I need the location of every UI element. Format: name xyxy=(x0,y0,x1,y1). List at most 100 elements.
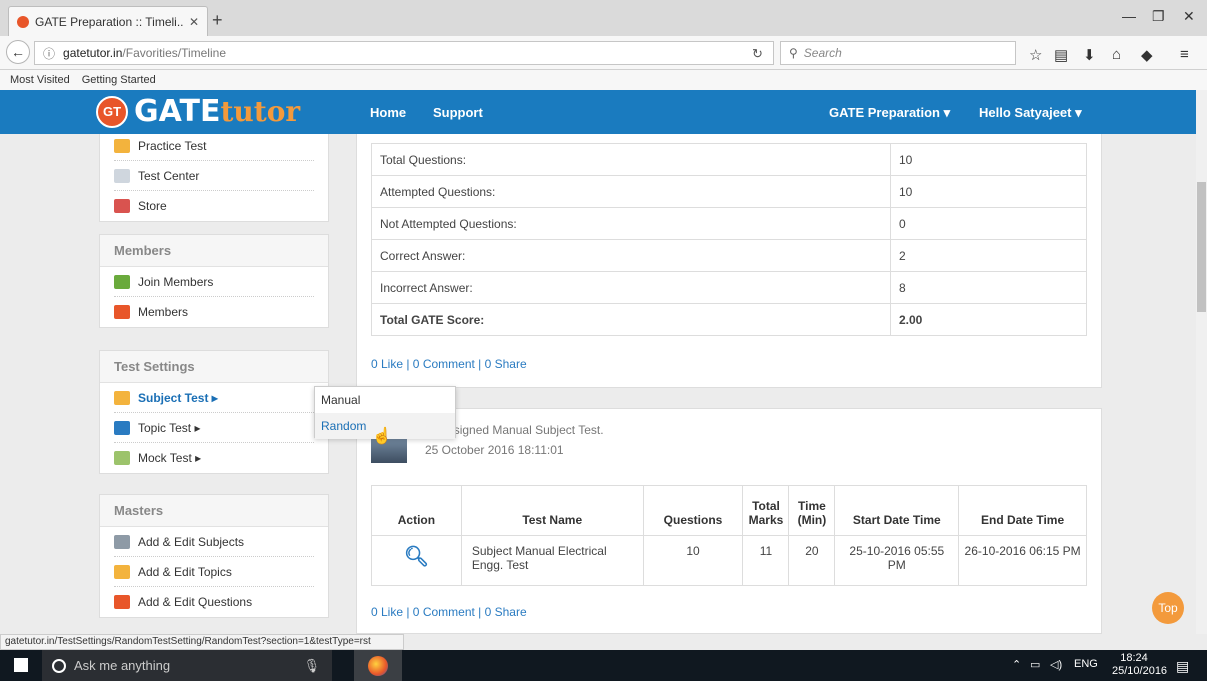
url-domain: gatetutor.in xyxy=(63,46,123,60)
masters-heading: Masters xyxy=(100,495,328,527)
info-icon[interactable]: ⓘ xyxy=(43,45,55,62)
post-card: jeet assigned Manual Subject Test. 25 Oc… xyxy=(356,408,1102,634)
questions-icon xyxy=(114,595,130,609)
dropdown-item-manual[interactable]: Manual xyxy=(315,387,455,413)
bookmarks-menu-icon[interactable]: ▤ xyxy=(1054,46,1068,64)
sidebar-item-label: Add & Edit Subjects xyxy=(138,534,245,549)
back-to-top-button[interactable]: Top xyxy=(1152,592,1184,624)
post-card-actions[interactable]: 0 Like | 0 Comment | 0 Share xyxy=(371,605,527,619)
sidebar-panel-masters: Masters Add & Edit Subjects Add & Edit T… xyxy=(99,494,329,618)
post-test-table: Action Test Name Questions Total Marks T… xyxy=(371,485,1087,586)
site-header: GT GATE tutor Home Support GATE Preparat… xyxy=(0,90,1196,134)
members-heading: Members xyxy=(100,235,328,267)
pocket-icon[interactable]: ◆ xyxy=(1141,46,1153,64)
sidebar-item-members[interactable]: Members xyxy=(114,297,314,327)
search-input[interactable]: ⚲ Search xyxy=(780,41,1016,65)
nav-user-menu[interactable]: Hello Satyajeet ▾ xyxy=(979,105,1082,121)
home-icon[interactable]: ⌂ xyxy=(1112,46,1121,63)
table-row: 🔍︎ Subject Manual Electrical Engg. Test … xyxy=(371,535,1087,586)
network-icon[interactable]: ▭ xyxy=(1030,658,1040,671)
bookmarks-bar: Most Visited Getting Started xyxy=(0,70,1207,90)
sidebar-item-add-edit-questions[interactable]: Add & Edit Questions xyxy=(114,587,314,617)
cortana-search[interactable]: Ask me anything 🎙︎ xyxy=(42,650,332,681)
practice-test-icon xyxy=(114,138,130,153)
sidebar-item-subject-test[interactable]: Subject Test ▸ xyxy=(114,383,314,413)
restore-icon[interactable]: ❐ xyxy=(1152,8,1165,25)
clock[interactable]: 18:24 25/10/2016 xyxy=(1112,652,1167,678)
language-indicator[interactable]: ENG xyxy=(1074,658,1098,670)
hand-cursor-icon: ☝ xyxy=(372,428,392,445)
search-placeholder: Search xyxy=(803,46,842,60)
firefox-taskbar-button[interactable] xyxy=(354,650,402,681)
clock-time: 18:24 xyxy=(1120,652,1148,664)
page-scrollbar[interactable] xyxy=(1196,90,1207,634)
hamburger-menu-icon[interactable]: ≡ xyxy=(1180,46,1189,63)
topics-icon xyxy=(114,564,130,579)
sidebar-item-join-members[interactable]: Join Members xyxy=(114,267,314,297)
tray-chevron-icon[interactable]: ⌃ xyxy=(1012,658,1021,671)
pencil-icon xyxy=(114,390,130,405)
score-card-actions[interactable]: 0 Like | 0 Comment | 0 Share xyxy=(371,357,527,371)
sidebar-item-label: Mock Test ▸ xyxy=(138,451,202,465)
close-tab-icon[interactable]: ✕ xyxy=(189,15,199,29)
mock-test-icon xyxy=(114,451,130,465)
bookmark-star-icon[interactable]: ☆ xyxy=(1029,46,1042,64)
close-window-icon[interactable]: ✕ xyxy=(1183,8,1195,25)
nav-gate-preparation[interactable]: GATE Preparation ▾ xyxy=(829,105,950,121)
downloads-icon[interactable]: ⬇ xyxy=(1083,46,1096,64)
table-row: Correct Answer: 2 xyxy=(371,239,1087,272)
logo-badge: GT xyxy=(96,95,128,128)
browser-tab-bar: GATE Preparation :: Timeli... ✕ + — ❐ ✕ xyxy=(0,0,1207,36)
search-icon: ⚲ xyxy=(789,46,798,60)
sidebar-item-test-center[interactable]: Test Center xyxy=(114,161,314,191)
page-content: Practice Test Test Center Store Members … xyxy=(0,134,1196,634)
site-favicon-icon xyxy=(17,15,29,28)
sidebar-item-label: Topic Test ▸ xyxy=(138,420,201,435)
subjects-icon xyxy=(114,534,130,549)
sidebar-panel-members: Members Join Members Members xyxy=(99,234,329,328)
table-row: Not Attempted Questions: 0 xyxy=(371,207,1087,240)
scrollbar-thumb[interactable] xyxy=(1197,182,1206,312)
bookmark-most-visited[interactable]: Most Visited xyxy=(10,74,70,86)
browser-tab[interactable]: GATE Preparation :: Timeli... ✕ xyxy=(8,6,208,36)
table-row: Total GATE Score: 2.00 xyxy=(371,303,1087,336)
notifications-icon[interactable]: ▤ xyxy=(1176,658,1189,675)
sidebar-item-add-edit-subjects[interactable]: Add & Edit Subjects xyxy=(114,527,314,557)
sidebar-item-store[interactable]: Store xyxy=(114,191,314,221)
gatetutor-logo[interactable]: GT GATE tutor xyxy=(96,94,300,129)
table-row: Incorrect Answer: 8 xyxy=(371,271,1087,304)
nav-support[interactable]: Support xyxy=(433,105,483,120)
sidebar-item-label: Test Center xyxy=(138,168,200,183)
windows-start-icon[interactable] xyxy=(14,658,28,672)
cortana-placeholder: Ask me anything xyxy=(74,658,171,673)
firefox-icon xyxy=(368,656,388,676)
nav-home[interactable]: Home xyxy=(370,105,406,120)
back-icon[interactable]: ← xyxy=(6,40,30,64)
volume-icon[interactable]: ◁) xyxy=(1050,658,1062,671)
view-search-icon[interactable]: 🔍︎ xyxy=(404,546,429,568)
sidebar-item-add-edit-topics[interactable]: Add & Edit Topics xyxy=(114,557,314,587)
logo-tutor-text: tutor xyxy=(220,95,301,128)
new-tab-icon[interactable]: + xyxy=(212,10,223,31)
post-text: assigned Manual Subject Test. xyxy=(437,423,604,437)
microphone-icon[interactable]: 🎙︎ xyxy=(303,658,320,674)
sidebar-item-practice-test[interactable]: Practice Test xyxy=(114,134,314,161)
test-center-icon xyxy=(114,168,130,183)
url-bar[interactable]: ⓘ gatetutor.in /Favorities/Timeline xyxy=(34,41,774,65)
clock-date: 25/10/2016 xyxy=(1112,665,1168,677)
test-settings-heading: Test Settings xyxy=(100,351,328,383)
reload-icon[interactable]: ↻ xyxy=(752,46,763,62)
windows-taskbar: Ask me anything 🎙︎ ⌃ ▭ ◁) ENG 18:24 25/1… xyxy=(0,650,1207,681)
sidebar-item-label: Practice Test xyxy=(138,138,207,153)
bookmark-getting-started[interactable]: Getting Started xyxy=(82,74,156,86)
sidebar-panel-test-settings: Test Settings Subject Test ▸ Topic Test … xyxy=(99,350,329,474)
minimize-icon[interactable]: — xyxy=(1122,8,1136,24)
sidebar-item-label: Members xyxy=(138,305,189,319)
join-members-icon xyxy=(114,274,130,289)
cortana-icon xyxy=(52,658,66,673)
sidebar-item-topic-test[interactable]: Topic Test ▸ xyxy=(114,413,314,443)
sidebar-item-label: Subject Test ▸ xyxy=(138,390,218,405)
browser-toolbar: ← ⓘ gatetutor.in /Favorities/Timeline ↻ … xyxy=(0,36,1207,70)
sidebar-item-mock-test[interactable]: Mock Test ▸ xyxy=(114,443,314,473)
status-url: gatetutor.in/TestSettings/RandomTestSett… xyxy=(0,634,404,650)
